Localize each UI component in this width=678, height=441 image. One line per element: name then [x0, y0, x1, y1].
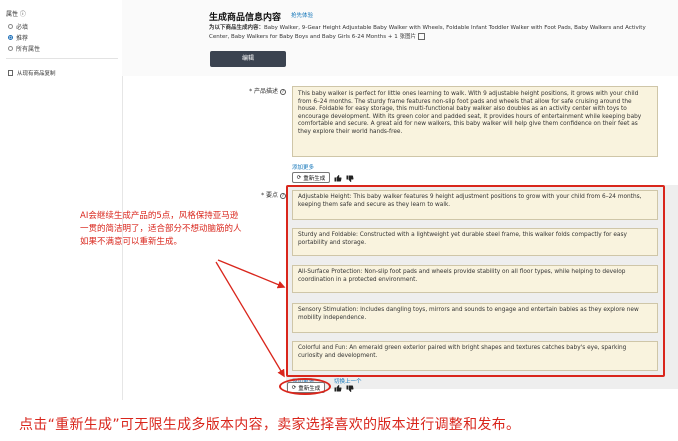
annotation-note: AI会继续生成产品的5点，风格保持亚马逊 一贯的简洁明了，适合部分不想动脑筋的人…	[80, 210, 280, 249]
desc-prefix: 为以下商品生成内容：	[209, 25, 265, 31]
copy-link-label: 从现有商品复制	[17, 71, 56, 77]
bullet-points-label-text: * 要点	[261, 192, 278, 199]
footer-annotation: 点击“重新生成”可无限生成多版本内容，卖家选择喜欢的版本进行调整和发布。	[19, 417, 521, 433]
desc-image-count: + 1 张图片	[387, 33, 418, 40]
product-description-label-text: * 产品描述	[249, 88, 278, 95]
thumbs-down-icon[interactable]	[346, 175, 354, 183]
thumbs-up-icon[interactable]	[334, 384, 342, 392]
help-icon[interactable]: ?	[280, 88, 286, 95]
product-description-textarea[interactable]: This baby walker is perfect for little o…	[292, 86, 658, 157]
early-access-badge: 抢先体验	[291, 13, 314, 19]
generate-for-description: 为以下商品生成内容：Baby Walker, 9-Gear Height Adj…	[209, 25, 659, 41]
image-icon	[417, 32, 425, 40]
product-description-label: * 产品描述?	[232, 86, 286, 95]
copy-icon	[8, 70, 13, 76]
attributes-title: 属性 ⓘ	[6, 11, 26, 18]
copy-from-existing-link[interactable]: 从现有商品复制	[8, 69, 56, 77]
arrow-to-regenerate	[215, 261, 285, 378]
radio-recommended[interactable]: 推荐	[8, 33, 28, 42]
refresh-icon: ⟳	[296, 174, 302, 181]
thumbs-up-icon[interactable]	[334, 174, 342, 182]
bullet-points-label: * 要点?	[232, 190, 286, 199]
regenerate-label: 重新生成	[303, 175, 326, 182]
desc-product: Baby Walker, 9-Gear Height Adjustable Ba…	[209, 25, 646, 40]
regenerate-button[interactable]: ⟳ 重新生成	[292, 172, 330, 183]
radio-all-attributes[interactable]: 所有属性	[8, 44, 40, 53]
sidebar-divider	[6, 58, 118, 59]
radio-label: 必填	[16, 24, 29, 31]
annotation-line-2: 一贯的简洁明了，适合部分不想动脑筋的人	[80, 224, 242, 234]
thumbs-down-icon[interactable]	[346, 385, 354, 393]
add-more-link[interactable]: 添加更多	[292, 163, 314, 171]
radio-label: 推荐	[16, 35, 29, 42]
arrow-to-bullets	[217, 259, 286, 289]
radio-circle[interactable]	[8, 24, 13, 29]
radio-circle[interactable]	[8, 35, 13, 40]
edit-button[interactable]: 编辑	[210, 51, 286, 67]
regenerate-highlight-circle	[279, 378, 331, 395]
highlight-frame	[286, 185, 665, 377]
radio-label: 所有属性	[16, 46, 41, 53]
annotation-line-3: 如果不满意可以重新生成。	[80, 237, 183, 247]
annotation-line-1: AI会继续生成产品的5点，风格保持亚马逊	[80, 211, 239, 221]
left-sidebar: 属性 ⓘ 必填 推荐 所有属性 从现有商品复制	[0, 0, 123, 400]
radio-required[interactable]: 必填	[8, 22, 28, 31]
page-title: 生成商品信息内容	[209, 13, 282, 23]
radio-circle[interactable]	[8, 46, 13, 51]
